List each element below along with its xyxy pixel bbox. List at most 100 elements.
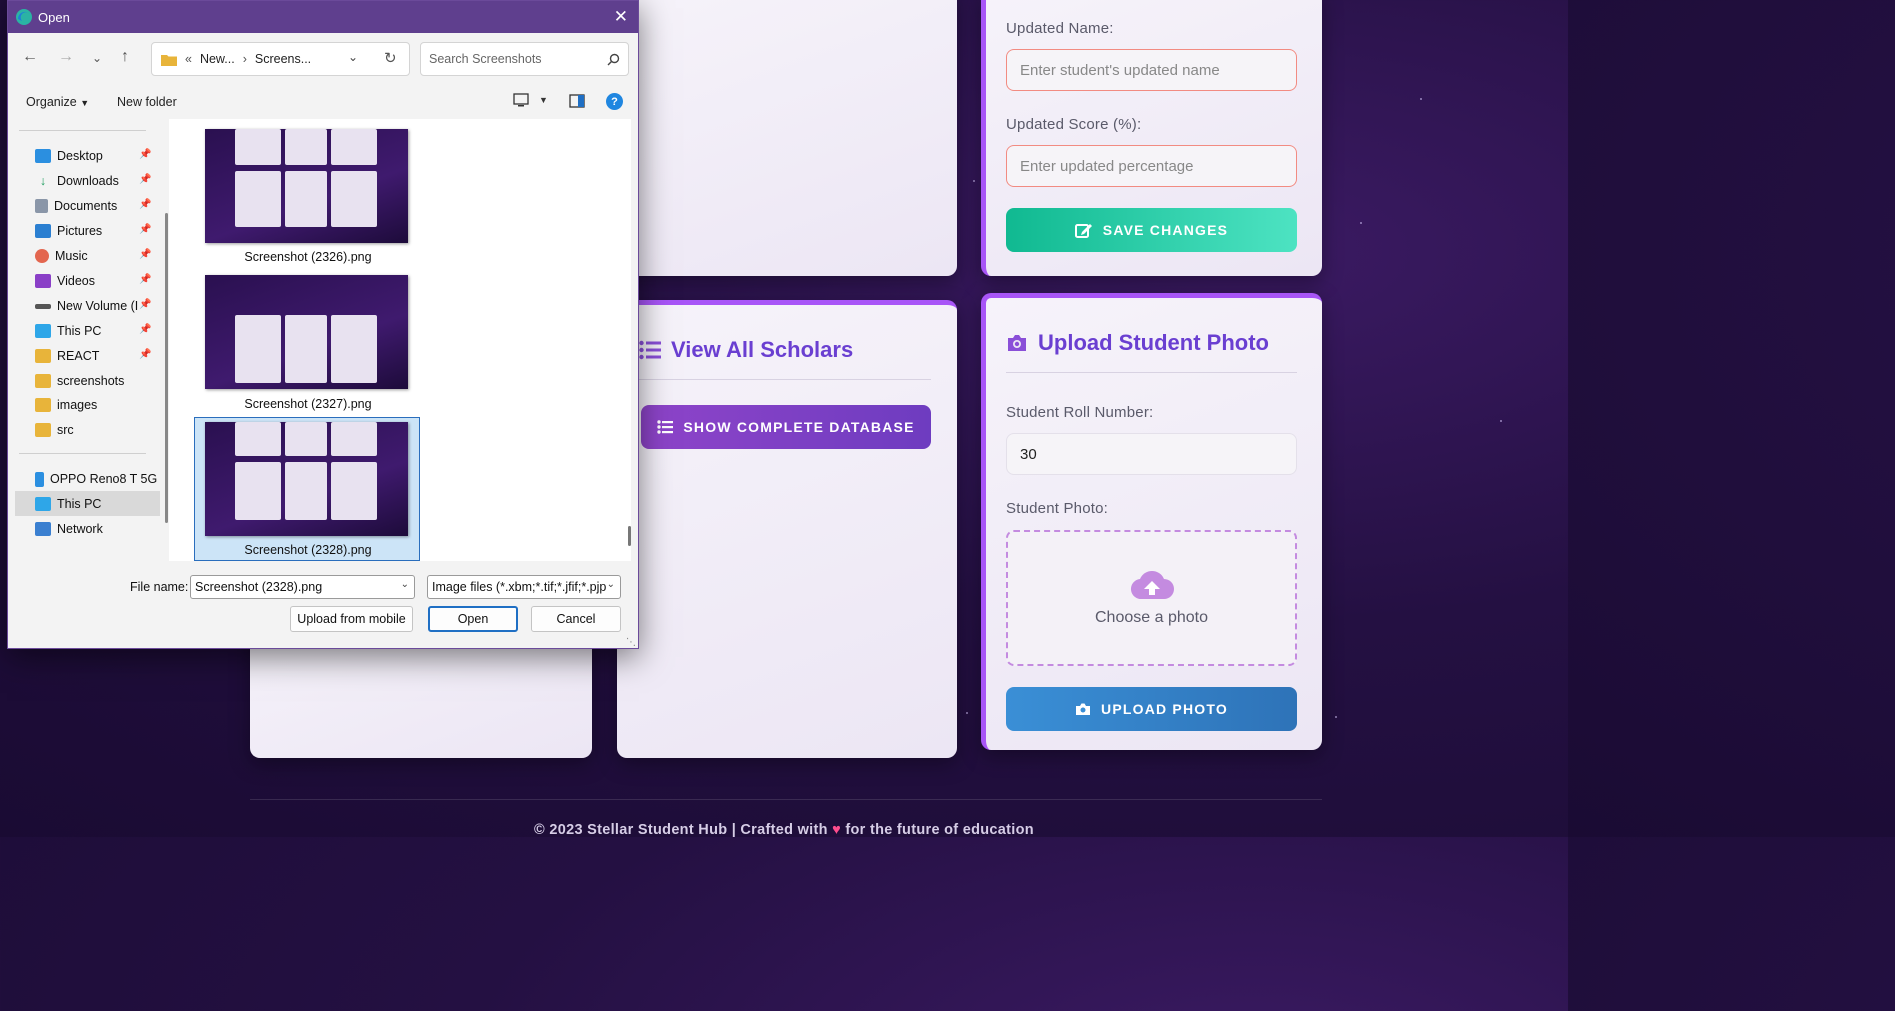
address-bar[interactable]: « New... › Screens... ⌄ ↻ bbox=[151, 42, 410, 76]
nav-item-label: Documents bbox=[54, 199, 118, 213]
pin-icon: 📌 bbox=[139, 324, 152, 335]
up-arrow-icon[interactable]: ↑ bbox=[121, 48, 129, 66]
nav-item-downloads[interactable]: ↓ Downloads bbox=[35, 170, 119, 192]
folder-icon bbox=[35, 398, 51, 412]
nav-item-this-pc[interactable]: This PC bbox=[35, 320, 101, 342]
nav-item-label: images bbox=[57, 398, 98, 412]
pc-icon bbox=[35, 324, 51, 338]
save-changes-label: SAVE CHANGES bbox=[1102, 222, 1229, 238]
search-box[interactable]: Search Screenshots bbox=[420, 42, 629, 76]
folder-icon bbox=[35, 374, 51, 388]
footer-text-before: © 2023 Stellar Student Hub | Crafted wit… bbox=[534, 822, 828, 838]
nav-item-pictures[interactable]: Pictures bbox=[35, 220, 102, 242]
updated-score-input[interactable]: Enter updated percentage bbox=[1006, 145, 1297, 187]
nav-item-label: Music bbox=[55, 249, 88, 263]
cancel-button[interactable]: Cancel bbox=[531, 606, 621, 632]
new-folder-button[interactable]: New folder bbox=[117, 95, 177, 109]
back-arrow-icon[interactable]: ← bbox=[22, 48, 38, 66]
help-icon[interactable]: ? bbox=[606, 93, 623, 110]
file-name-value: Screenshot (2328).png bbox=[195, 580, 323, 594]
file-thumbnail bbox=[205, 275, 408, 389]
file-thumbnail bbox=[205, 129, 408, 243]
upload-photo-label: UPLOAD PHOTO bbox=[1101, 701, 1228, 717]
updated-name-input[interactable]: Enter student's updated name bbox=[1006, 49, 1297, 91]
network-icon bbox=[35, 522, 51, 536]
pin-icon: 📌 bbox=[139, 224, 152, 235]
dialog-toolbar: Organize ▼ New folder ▼ ? bbox=[8, 85, 638, 119]
folder-icon bbox=[35, 349, 51, 363]
nav-item-label: Downloads bbox=[57, 174, 119, 188]
organize-button[interactable]: Organize ▼ bbox=[26, 95, 89, 109]
videos-icon bbox=[35, 274, 51, 288]
close-icon[interactable]: ✕ bbox=[614, 7, 628, 27]
nav-item-images[interactable]: images bbox=[35, 394, 97, 416]
upload-photo-button[interactable]: UPLOAD PHOTO bbox=[1006, 687, 1297, 731]
view-scholars-title: View All Scholars bbox=[639, 337, 853, 363]
pin-icon: 📌 bbox=[139, 274, 152, 285]
file-type-value: Image files (*.xbm;*.tif;*.jfif;*.pjp bbox=[432, 580, 606, 594]
dropzone-text: Choose a photo bbox=[1095, 609, 1208, 626]
list-icon bbox=[657, 420, 674, 434]
nav-item-phone[interactable]: OPPO Reno8 T 5G bbox=[35, 468, 157, 490]
chevron-down-icon[interactable]: ⌄ bbox=[92, 51, 102, 65]
upload-from-mobile-button[interactable]: Upload from mobile bbox=[290, 606, 413, 632]
nav-item-label: This PC bbox=[57, 497, 102, 511]
breadcrumb-item[interactable]: New... bbox=[200, 52, 235, 66]
resize-grip-icon[interactable]: ⋱ bbox=[626, 637, 636, 648]
nav-item-label: OPPO Reno8 T 5G bbox=[50, 472, 158, 486]
organize-label: Organize bbox=[26, 95, 77, 109]
file-list: Screenshot (2326).png Screenshot (2327).… bbox=[169, 119, 631, 561]
edit-icon bbox=[1074, 224, 1092, 238]
show-database-label: SHOW COMPLETE DATABASE bbox=[683, 419, 915, 435]
file-type-select[interactable]: Image files (*.xbm;*.tif;*.jfif;*.pjp ⌄ bbox=[427, 575, 621, 599]
chevron-down-icon[interactable]: ⌄ bbox=[401, 579, 409, 590]
nav-item-desktop[interactable]: Desktop bbox=[35, 145, 103, 167]
dialog-title: Open bbox=[38, 9, 70, 25]
navigation-pane: Desktop 📌 ↓ Downloads 📌 Documents 📌 Pictu… bbox=[11, 119, 166, 561]
updated-name-label: Updated Name: bbox=[1006, 20, 1114, 37]
chevron-down-icon[interactable]: ▼ bbox=[539, 95, 548, 105]
pin-icon: 📌 bbox=[139, 249, 152, 260]
nav-pane-scrollbar[interactable] bbox=[165, 213, 168, 523]
file-thumbnail bbox=[205, 422, 408, 536]
nav-item-videos[interactable]: Videos bbox=[35, 270, 95, 292]
preview-pane-icon[interactable] bbox=[569, 94, 585, 111]
file-name: Screenshot (2328).png bbox=[244, 543, 372, 557]
file-name-label: File name: bbox=[130, 580, 189, 594]
roll-number-label: Student Roll Number: bbox=[1006, 404, 1154, 421]
nav-item-react[interactable]: REACT bbox=[35, 345, 99, 367]
edit-student-card: Updated Name: Enter student's updated na… bbox=[981, 0, 1322, 276]
pc-icon bbox=[35, 497, 51, 511]
view-options-icon[interactable] bbox=[513, 93, 529, 110]
chevron-down-icon[interactable]: ⌄ bbox=[607, 579, 615, 590]
student-photo-label: Student Photo: bbox=[1006, 500, 1109, 517]
footer-divider bbox=[250, 799, 1322, 800]
nav-item-new-volume[interactable]: New Volume (I bbox=[35, 295, 138, 317]
chevron-down-icon[interactable]: ⌄ bbox=[348, 50, 358, 64]
file-name-input[interactable]: Screenshot (2328).png ⌄ bbox=[190, 575, 415, 599]
open-button[interactable]: Open bbox=[428, 606, 518, 632]
desktop-icon bbox=[35, 149, 51, 163]
nav-item-screenshots[interactable]: screenshots bbox=[35, 370, 124, 392]
show-database-button[interactable]: SHOW COMPLETE DATABASE bbox=[641, 405, 931, 449]
nav-item-music[interactable]: Music bbox=[35, 245, 88, 267]
photo-dropzone[interactable]: Choose a photo bbox=[1006, 530, 1297, 666]
search-input[interactable]: Search Screenshots bbox=[429, 52, 542, 66]
heart-icon: ♥ bbox=[832, 822, 842, 838]
save-changes-button[interactable]: SAVE CHANGES bbox=[1006, 208, 1297, 252]
breadcrumb-item[interactable]: Screens... bbox=[255, 52, 311, 66]
search-icon bbox=[607, 53, 620, 66]
refresh-icon[interactable]: ↻ bbox=[384, 49, 397, 67]
pin-icon: 📌 bbox=[139, 299, 152, 310]
file-name: Screenshot (2327).png bbox=[244, 397, 372, 411]
card-left-top bbox=[612, 0, 957, 276]
nav-item-src[interactable]: src bbox=[35, 419, 74, 441]
app-icon bbox=[16, 9, 32, 25]
nav-item-this-pc-device[interactable]: This PC bbox=[35, 493, 101, 515]
file-list-scrollbar[interactable] bbox=[628, 526, 631, 546]
forward-arrow-icon[interactable]: → bbox=[58, 48, 74, 66]
nav-item-documents[interactable]: Documents bbox=[35, 195, 117, 217]
roll-number-input[interactable]: 30 bbox=[1006, 433, 1297, 475]
nav-item-network[interactable]: Network bbox=[35, 518, 103, 540]
upload-photo-title: Upload Student Photo bbox=[1006, 330, 1269, 356]
